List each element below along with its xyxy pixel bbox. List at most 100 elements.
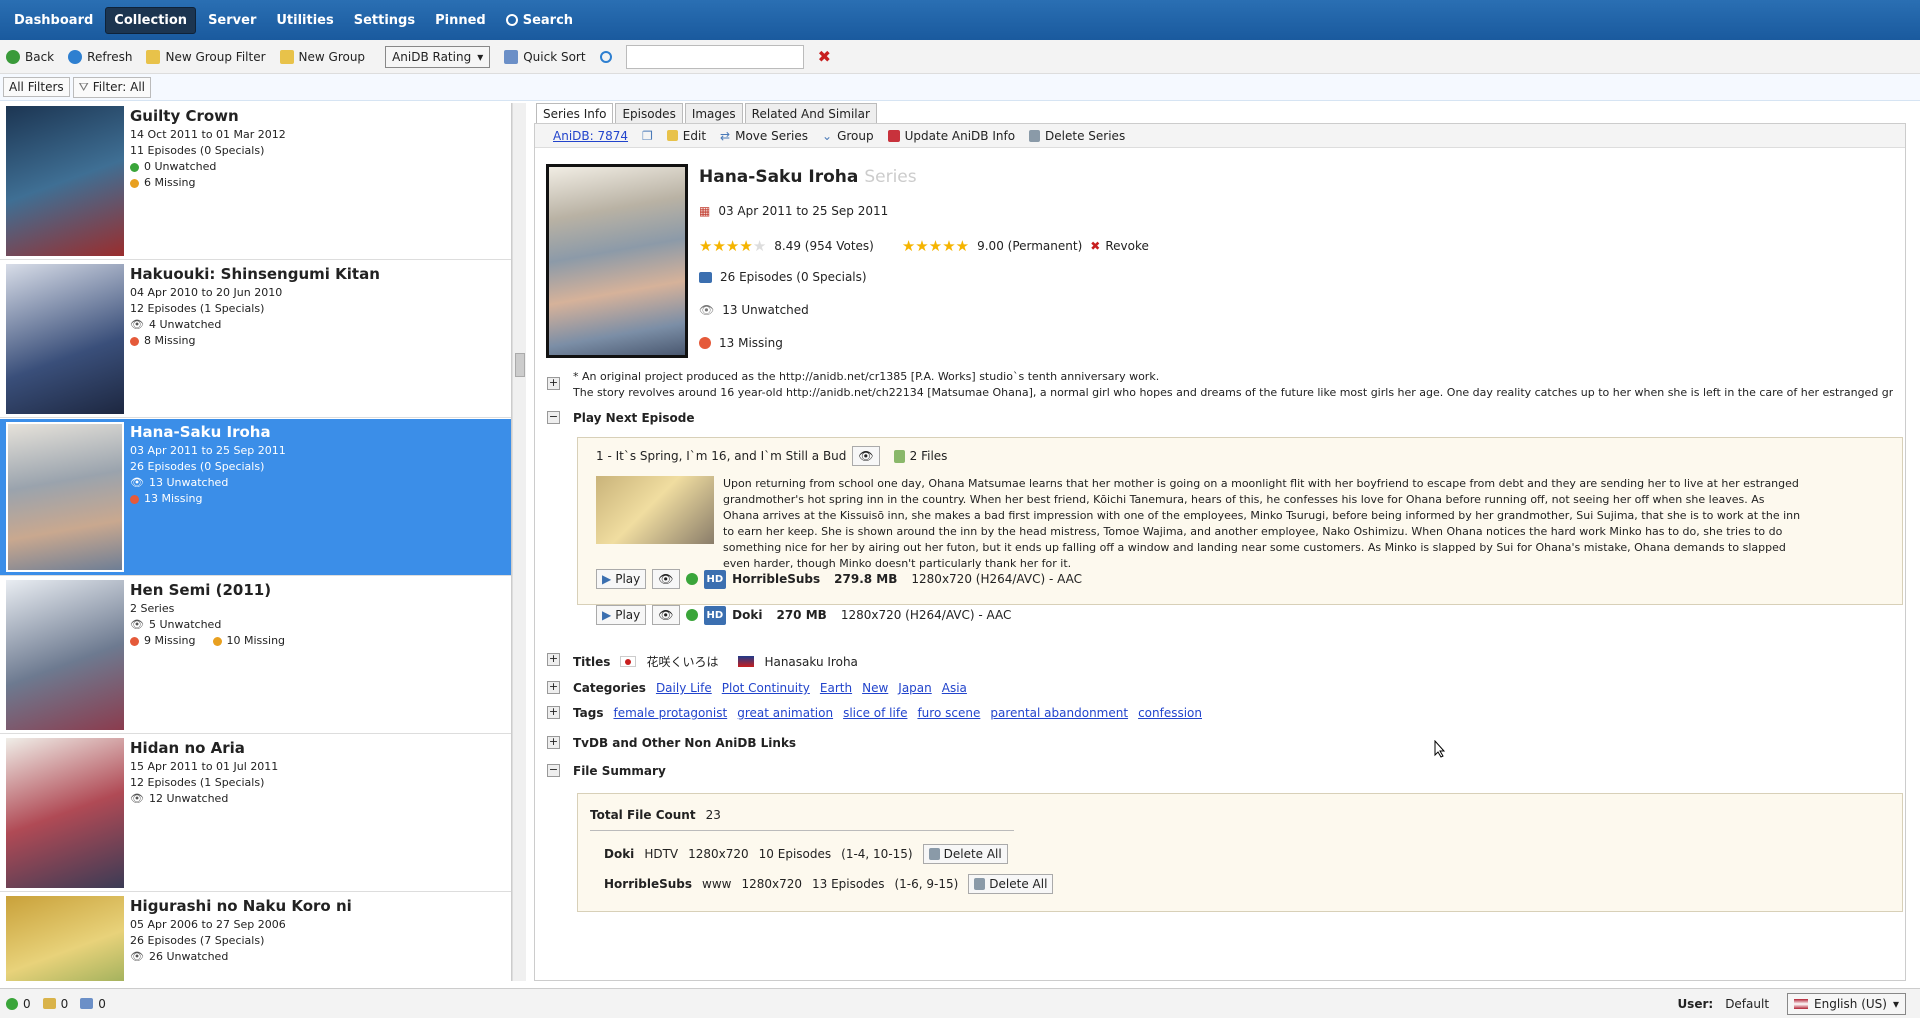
detail-pane: Series Info Episodes Images Related And … (534, 101, 1920, 981)
new-group-filter-button[interactable]: New Group Filter (146, 49, 266, 64)
top-nav: Dashboard Collection Server Utilities Se… (0, 0, 1920, 40)
filter-label: Filter: All (92, 80, 146, 94)
tag-link[interactable]: parental abandonment (990, 706, 1128, 720)
check-icon (685, 573, 698, 585)
new-group-button[interactable]: New Group (279, 49, 365, 64)
nav-search[interactable]: Search (498, 8, 581, 33)
edit-button[interactable]: Edit (666, 129, 706, 143)
series-poster (6, 738, 124, 888)
user-name: Default (1725, 996, 1770, 1011)
expand-tags-toggle[interactable]: + (547, 706, 560, 719)
language-select[interactable]: English (US) ▾ (1787, 992, 1906, 1015)
files-toggle[interactable]: 2 Files (893, 449, 948, 463)
expand-tvdb-toggle[interactable]: + (547, 736, 560, 749)
delete-all-button[interactable]: Delete All (922, 844, 1008, 864)
back-button[interactable]: Back (6, 49, 54, 64)
category-link[interactable]: Plot Continuity (722, 681, 810, 695)
scrollbar-thumb[interactable] (515, 353, 525, 377)
series-episodes: 26 Episodes (7 Specials) (130, 934, 265, 947)
mark-watched-button[interactable]: 👁 (852, 446, 880, 466)
search-input[interactable] (625, 44, 804, 69)
refresh-icon (68, 49, 83, 64)
filter-button[interactable]: ⛛ Filter: All (72, 76, 152, 98)
tab-related[interactable]: Related And Similar (744, 103, 877, 125)
delete-all-button[interactable]: Delete All (968, 874, 1054, 894)
titles-label: Titles (573, 654, 611, 669)
tag-link[interactable]: furo scene (917, 706, 980, 720)
episode-thumbnail (596, 476, 714, 544)
copy-icon[interactable]: ❐ (642, 129, 653, 143)
category-link[interactable]: New (862, 681, 888, 695)
nav-server[interactable]: Server (200, 8, 264, 33)
list-item[interactable]: Hakuouki: Shinsengumi Kitan 04 Apr 2010 … (0, 261, 511, 418)
clear-search-button[interactable]: ✖ (818, 47, 831, 66)
series-list-scrollbar[interactable] (512, 103, 526, 981)
nav-pinned[interactable]: Pinned (427, 8, 494, 33)
list-item[interactable]: Hen Semi (2011) 2 Series 👁 5 Unwatched 9 … (0, 577, 511, 734)
files-label: 2 Files (909, 449, 948, 463)
collapse-play-next-toggle[interactable]: − (547, 411, 560, 424)
all-filters-button[interactable]: All Filters (3, 77, 70, 97)
tag-link[interactable]: slice of life (843, 706, 907, 720)
tag-link[interactable]: great animation (737, 706, 833, 720)
watch-toggle-button[interactable]: 👁 (652, 569, 680, 589)
nav-collection[interactable]: Collection (105, 6, 197, 34)
list-item[interactable]: Guilty Crown 14 Oct 2011 to 01 Mar 2012 … (0, 103, 511, 260)
unwatched-text: 26 Unwatched (148, 950, 229, 963)
eye-icon: 👁 (858, 449, 874, 463)
air-dates-text: 03 Apr 2011 to 25 Sep 2011 (718, 204, 889, 218)
group-button[interactable]: ⌄ Group (822, 129, 874, 143)
category-link[interactable]: Japan (898, 681, 931, 695)
expand-description-toggle[interactable]: + (547, 377, 560, 390)
category-link[interactable]: Asia (942, 681, 967, 695)
nav-settings[interactable]: Settings (346, 8, 423, 33)
status-queue-b[interactable]: 0 (42, 997, 68, 1011)
tab-series-info[interactable]: Series Info (536, 103, 614, 125)
move-series-button[interactable]: ⇄ Move Series (720, 129, 808, 143)
expand-categories-toggle[interactable]: + (547, 681, 560, 694)
status-queue-c[interactable]: 0 (80, 997, 106, 1011)
anidb-link[interactable]: AniDB: 7874 (553, 129, 628, 143)
category-link[interactable]: Daily Life (656, 681, 712, 695)
nav-dashboard[interactable]: Dashboard (6, 8, 101, 33)
collapse-file-summary-toggle[interactable]: − (547, 764, 560, 777)
tab-episodes[interactable]: Episodes (615, 103, 683, 125)
series-title-text: Hana-Saku Iroha (699, 167, 859, 187)
watch-toggle-button[interactable]: 👁 (652, 605, 680, 625)
sort-select[interactable]: AniDB Rating ▾ (385, 45, 491, 68)
episode-count: 13 Episodes (812, 877, 885, 891)
back-arrow-icon (6, 49, 20, 64)
close-icon: ✖ (817, 47, 831, 66)
list-item-selected[interactable]: Hana-Saku Iroha 03 Apr 2011 to 25 Sep 20… (0, 419, 511, 576)
revoke-button[interactable]: ✖ Revoke (1090, 239, 1149, 253)
refresh-button[interactable]: Refresh (68, 49, 132, 64)
play-button[interactable]: ▶ Play (596, 569, 647, 589)
update-anidb-button[interactable]: Update AniDB Info (887, 129, 1015, 143)
series-dates: 2 Series (130, 602, 175, 615)
group-label: Group (837, 128, 874, 143)
list-item[interactable]: Higurashi no Naku Koro ni 05 Apr 2006 to… (0, 893, 511, 981)
delete-series-button[interactable]: Delete Series (1029, 129, 1125, 143)
user-rating-stars[interactable]: ★★★★★ (902, 237, 969, 255)
tag-link[interactable]: confession (1138, 706, 1202, 720)
quick-sort-button[interactable]: Quick Sort (504, 49, 586, 64)
series-title: Hana-Saku Iroha (130, 423, 271, 441)
eye-icon: 👁 (130, 318, 144, 331)
series-title: Hen Semi (2011) (130, 581, 272, 599)
chevron-down-icon: ▾ (477, 49, 484, 64)
list-item[interactable]: Hidan no Aria 15 Apr 2011 to 01 Jul 2011… (0, 735, 511, 892)
tab-images[interactable]: Images (684, 103, 743, 125)
play-button[interactable]: ▶ Play (596, 605, 647, 625)
tvdb-header: TvDB and Other Non AniDB Links (573, 736, 797, 750)
tag-link[interactable]: female protagonist (613, 706, 727, 720)
status-queue-a[interactable]: 0 (6, 997, 31, 1011)
expand-titles-toggle[interactable]: + (547, 653, 560, 666)
error-icon (699, 337, 711, 349)
category-link[interactable]: Earth (820, 681, 852, 695)
series-poster (6, 106, 124, 256)
toolbar-search-button[interactable] (599, 50, 612, 63)
series-title: Guilty Crown (130, 107, 239, 125)
nav-utilities[interactable]: Utilities (268, 8, 341, 33)
app-window: Dashboard Collection Server Utilities Se… (0, 0, 1920, 1018)
plus-icon (6, 997, 18, 1010)
